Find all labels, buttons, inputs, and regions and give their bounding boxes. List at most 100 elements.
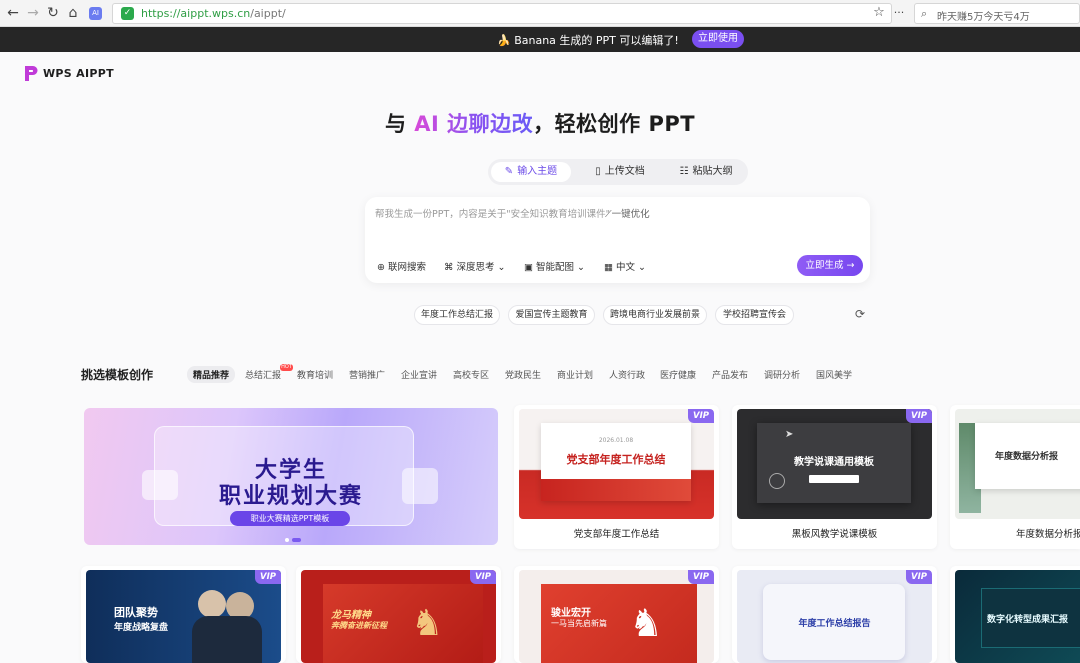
vip-badge: VIP [470,570,496,584]
category-tab[interactable]: 教育培训 [297,368,333,381]
category-tab[interactable]: 人资行政 [609,368,645,381]
category-tab[interactable]: 产品发布 [712,368,748,381]
vip-badge: VIP [688,409,714,423]
search-query: 昨天赚5万今天亏4万 [937,12,1030,23]
browser-toolbar: ← → ↻ ⌂ AI ✓ https://aippt.wps.cn/aippt/… [0,0,1080,27]
logo-text: WPS AIPPT [43,67,114,80]
template-card[interactable]: ➤ 教学说课通用模板 VIP 黑板风教学说课模板 [732,405,937,549]
shield-icon: ✓ [121,7,134,20]
featured-title-2: 职业规划大赛 [218,484,363,509]
template-thumbnail: 数字化转型成果汇报 [955,570,1080,663]
template-thumbnail: ➤ 教学说课通用模板 VIP [737,409,932,519]
template-thumbnail: 骏业宏开 一马当先启新篇 ♞ VIP [519,570,714,663]
featured-template-card[interactable]: 大学生 职业规划大赛 职业大赛精选PPT模板 [81,405,501,549]
chevron-down-icon: ⌄ [497,262,506,273]
template-thumbnail: 2026.01.08 党支部年度工作总结 VIP [519,409,714,519]
category-tab[interactable]: 国风美学 [816,368,852,381]
suggestion-chip[interactable]: 年度工作总结汇报 [414,305,500,325]
category-tab[interactable]: 党政民生 [505,368,541,381]
magic-wand-icon: ⟋ [605,209,612,220]
chevron-down-icon: ⌄ [577,262,585,273]
category-tab[interactable]: 高校专区 [453,368,489,381]
vip-badge: VIP [906,570,932,584]
category-tab[interactable]: 企业宣讲 [401,368,437,381]
template-card[interactable]: 团队聚势 年度战略复盘 VIP [81,566,286,663]
site-favicon: AI [89,7,102,20]
prompt-card: 帮我生成一份PPT，内容是关于"安全知识教育培训课件" ⟋一键优化 ⊕ 联网搜索 … [365,197,870,283]
url-path: /aippt/ [250,7,286,20]
banner-message: Banana 生成的 PPT 可以编辑了! [514,34,679,47]
web-search-toggle[interactable]: ⊕ 联网搜索 [377,259,426,273]
category-tab[interactable]: 医疗健康 [660,368,696,381]
category-tab[interactable]: 营销推广 [349,368,385,381]
globe-icon [769,473,785,489]
language-icon: ▦ [604,262,613,273]
forward-icon[interactable]: → [24,4,42,22]
horse-icon: ♞ [629,601,664,645]
category-tab[interactable]: 调研分析 [764,368,800,381]
star-icon[interactable]: ☆ [870,4,888,22]
optimize-button[interactable]: ⟋一键优化 [605,206,650,220]
suggestion-chip[interactable]: 爱国宣传主题教育 [508,305,595,325]
image-icon: ▣ [524,262,533,273]
featured-subtitle: 职业大赛精选PPT模板 [230,511,350,526]
section-title: 挑选模板创作 [81,368,154,382]
prompt-input[interactable]: 帮我生成一份PPT，内容是关于"安全知识教育培训课件" [375,206,610,220]
suggestion-chip[interactable]: 学校招聘宣传会 [715,305,794,325]
document-icon: ▯ [595,166,601,177]
tab-paste-outline[interactable]: ☷ 粘贴大纲 [666,162,746,182]
deep-think-dropdown[interactable]: ⌘ 深度思考 ⌄ [444,259,506,273]
template-caption: 年度数据分析报 [1016,529,1080,540]
template-card[interactable]: 年度工作总结报告 VIP [732,566,937,663]
template-card[interactable]: 数字化转型成果汇报 [950,566,1080,663]
person-avatar [198,590,226,618]
vip-badge: VIP [255,570,281,584]
carousel-dot-active[interactable] [292,538,301,542]
template-card[interactable]: 2026.01.08 党支部年度工作总结 VIP 党支部年度工作总结 [514,405,719,549]
template-thumbnail: 龙马精神 奔腾奋进新征程 ♞ VIP [301,570,496,663]
back-icon[interactable]: ← [4,4,22,22]
generate-button[interactable]: 立即生成 → [797,255,863,276]
banana-icon: 🍌 [497,34,511,47]
announcement-banner: 🍌 Banana 生成的 PPT 可以编辑了! 立即使用 [0,27,1080,52]
tab-upload-document[interactable]: ▯ 上传文档 [580,162,660,182]
refresh-icon[interactable]: ⟳ [852,306,868,322]
home-icon[interactable]: ⌂ [64,4,82,22]
category-tab[interactable]: 商业计划 [557,368,593,381]
horse-icon: ♞ [411,603,444,644]
slide-preview: ➤ 教学说课通用模板 [757,423,911,503]
template-thumbnail: 年度工作总结报告 VIP [737,570,932,663]
wps-logo-icon [25,66,38,81]
language-dropdown[interactable]: ▦ 中文 ⌄ [604,259,646,273]
template-card[interactable]: 骏业宏开 一马当先启新篇 ♞ VIP [514,566,719,663]
slide-preview: 2026.01.08 党支部年度工作总结 [541,423,691,501]
slide-preview: 年度数据分析报 [975,423,1080,489]
template-card[interactable]: 年度数据分析报 年度数据分析报 [950,405,1080,549]
more-icon[interactable]: ··· [890,4,908,22]
suggestion-chip[interactable]: 跨境电商行业发展前景 [603,305,707,325]
input-mode-tabs: ✎ 输入主题 ▯ 上传文档 ☷ 粘贴大纲 [488,159,748,185]
use-now-button[interactable]: 立即使用 [692,30,744,48]
reload-icon[interactable]: ↻ [44,4,62,22]
template-card[interactable]: 龙马精神 奔腾奋进新征程 ♞ VIP [296,566,501,663]
browser-search-box[interactable]: ⌕ 昨天赚5万今天亏4万 [914,3,1080,24]
template-caption: 党支部年度工作总结 [573,529,660,540]
brain-icon: ⌘ [444,262,454,273]
paper-plane-icon: ➤ [785,429,794,440]
template-thumbnail: 团队聚势 年度战略复盘 VIP [86,570,281,663]
url-domain: https://aippt.wps.cn [141,7,251,20]
hot-badge: HOT [280,364,293,371]
edit-icon: ✎ [504,166,514,177]
hero-title: 与 AI 边聊边改，轻松创作 PPT [384,112,696,136]
carousel-dot[interactable] [285,538,289,542]
category-tab[interactable]: 精品推荐 [187,366,236,383]
search-icon: ⌕ [921,7,928,20]
tab-input-topic[interactable]: ✎ 输入主题 [491,162,571,182]
featured-thumbnail: 大学生 职业规划大赛 职业大赛精选PPT模板 [84,408,498,545]
address-bar[interactable]: ✓ https://aippt.wps.cn/aippt/ [112,3,892,24]
globe-icon: ⊕ [377,262,385,273]
category-tab[interactable]: 总结汇报 [245,368,281,381]
vip-badge: VIP [688,570,714,584]
smart-image-dropdown[interactable]: ▣ 智能配图 ⌄ [524,259,585,273]
list-icon: ☷ [679,166,689,177]
